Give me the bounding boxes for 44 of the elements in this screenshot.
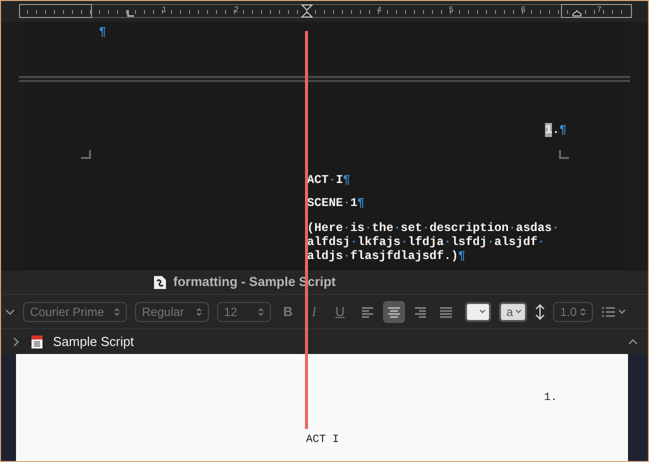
stepper-icon: [580, 306, 586, 316]
collapse-chevron-icon[interactable]: [628, 336, 638, 346]
align-center-button[interactable]: [383, 300, 405, 322]
ruler-number: 4: [377, 5, 382, 15]
script-paragraph: (Here·is·the·set·description·asdas·alfdsj·lkfajs·lfdja·lsfdj·alsjdf·aldjs·flasjfdlajsdf.)¶: [307, 221, 560, 263]
style-select[interactable]: Regular: [135, 302, 209, 322]
script-paragraph: ACT·I¶: [307, 173, 352, 187]
bold-button[interactable]: B: [279, 302, 297, 322]
italic-button[interactable]: I: [305, 302, 323, 322]
page-number: 1.¶: [545, 123, 567, 137]
stepper-icon: [114, 306, 120, 316]
ruler-number: 1: [162, 5, 166, 15]
chevron-icon: [479, 309, 486, 314]
ruler-number: 6: [521, 5, 526, 15]
text-color-select[interactable]: a: [499, 302, 527, 322]
line-spacing-icon: [535, 304, 545, 320]
ruler[interactable]: 1 2 4 5 6 7: [19, 4, 630, 18]
indent-marker-icon[interactable]: [301, 4, 313, 18]
pdf-file-icon: [31, 334, 43, 348]
margin-box: [561, 4, 632, 18]
tab-stop-icon[interactable]: [127, 10, 134, 17]
line-spacing-select[interactable]: 1.0: [553, 302, 593, 322]
script-line: ACT I: [306, 433, 340, 448]
highlight-color-select[interactable]: [465, 302, 491, 322]
collapse-chevron-icon[interactable]: [5, 306, 15, 316]
script-paragraph: SCENE·1¶: [307, 196, 366, 210]
page-number: 1.: [544, 391, 558, 406]
ruler-number: 5: [449, 5, 454, 15]
size-select[interactable]: 12: [217, 302, 271, 322]
document-title: Sample Script: [53, 332, 134, 351]
crop-mark: [559, 150, 569, 159]
document-icon: [153, 274, 168, 290]
ruler-number: 2: [234, 5, 238, 15]
stepper-icon: [258, 306, 264, 316]
chevron-icon: [515, 309, 522, 314]
underline-button[interactable]: U: [331, 302, 349, 322]
crop-mark: [81, 150, 91, 159]
ruler-number: 7: [597, 5, 602, 15]
list-icon[interactable]: [601, 306, 627, 318]
right-indent-icon[interactable]: [572, 10, 582, 17]
expand-chevron-icon[interactable]: [11, 336, 21, 346]
pilcrow: ¶: [99, 25, 106, 39]
font-select[interactable]: Courier Prime: [23, 302, 127, 322]
stepper-icon: [196, 306, 202, 316]
